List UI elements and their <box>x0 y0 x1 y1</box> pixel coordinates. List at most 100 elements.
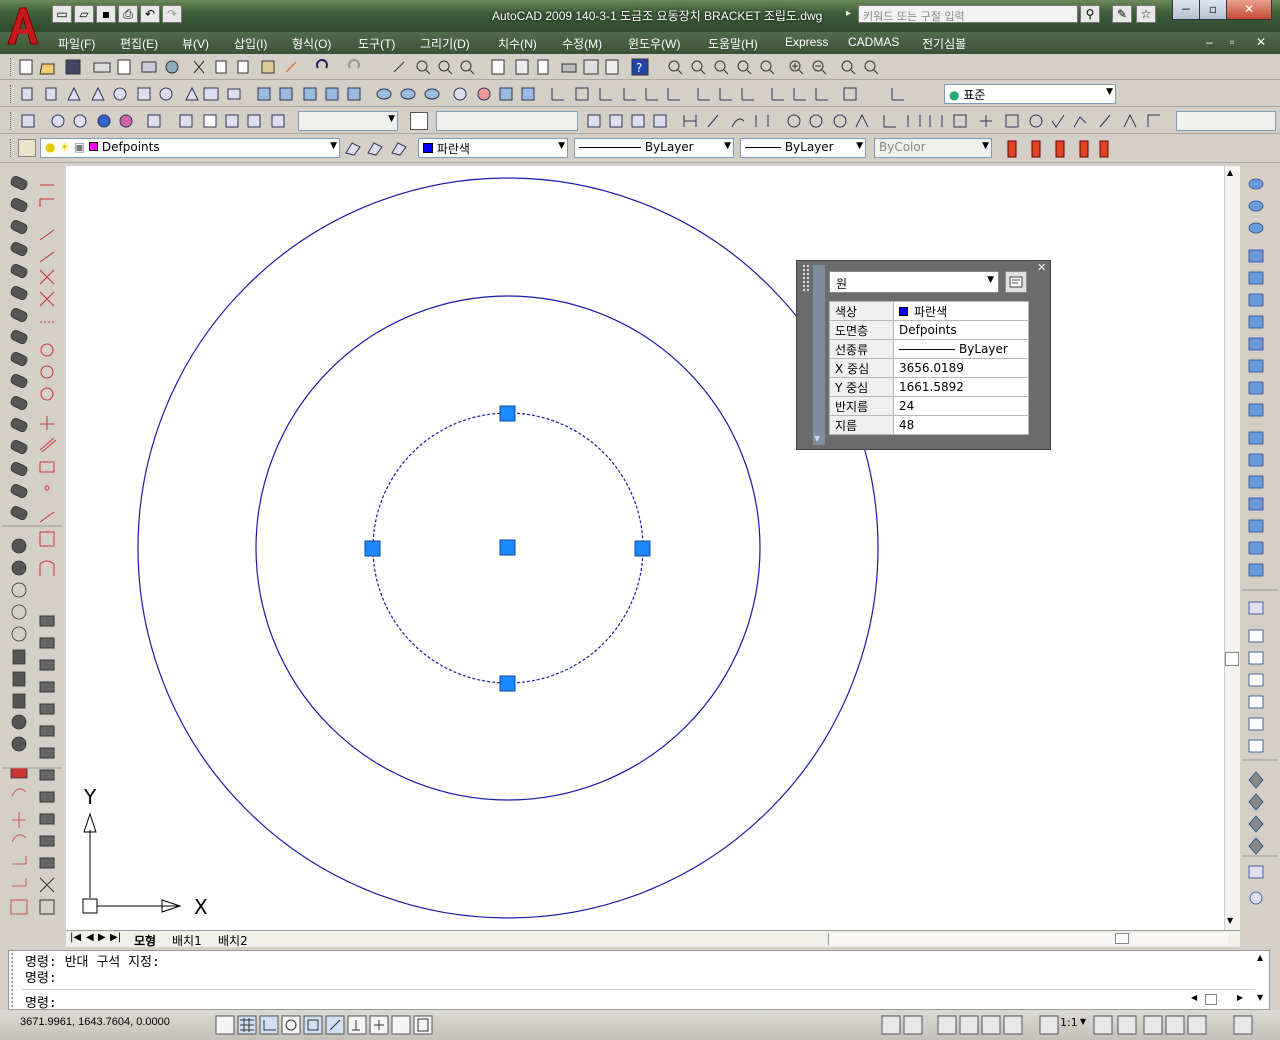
scroll-right-icon[interactable]: ▶ <box>1237 993 1243 1002</box>
menu-insert[interactable]: 삽입(I) <box>234 35 267 52</box>
standard-toolbar-icons[interactable]: ? <box>18 58 668 76</box>
view-3d-toolbar-icons[interactable] <box>18 85 538 103</box>
scroll-down-icon[interactable]: ▼ <box>1227 916 1233 925</box>
menu-tools[interactable]: 도구(T) <box>358 35 395 52</box>
property-value[interactable]: 3656.0189 <box>893 358 1029 378</box>
tab-layout2[interactable]: 배치2 <box>218 932 248 949</box>
property-value[interactable]: 파란색 <box>893 301 1029 321</box>
open-icon[interactable]: ▱ <box>74 5 94 23</box>
render-toolbar-icons[interactable] <box>18 112 298 130</box>
drafting-settings-icons[interactable] <box>214 1014 434 1036</box>
customize-properties-icon[interactable] <box>1005 271 1027 293</box>
property-row-center-x[interactable]: X 중심 3656.0189 <box>829 358 1029 378</box>
menu-format[interactable]: 형식(O) <box>292 35 331 52</box>
property-row-center-y[interactable]: Y 중심 1661.5892 <box>829 377 1029 397</box>
tab-nav-prev-icon[interactable]: ◀ <box>86 932 94 943</box>
quick-properties-panel[interactable]: ▼ ✕ 원 ▼ 색상 파란색 도면층 Defpoints 선종류 ByLayer… <box>796 260 1051 450</box>
horizontal-scrollbar[interactable] <box>828 933 1228 945</box>
tab-nav-last-icon[interactable]: ▶| <box>110 932 121 943</box>
autocad-logo-icon[interactable] <box>4 4 40 48</box>
command-grip[interactable] <box>11 953 21 1007</box>
linetype-select[interactable]: ByLayer ▼ <box>574 138 734 158</box>
panel-grip[interactable] <box>803 265 809 291</box>
text-style-select[interactable]: ● 표준 ▼ <box>944 84 1116 104</box>
toolbar-grip[interactable] <box>10 139 14 157</box>
save-icon[interactable]: ▪ <box>96 5 116 23</box>
print-icon[interactable]: ⎙ <box>118 5 138 23</box>
quadrant-grip-right[interactable] <box>634 540 651 557</box>
layer-previous-icon[interactable] <box>366 139 384 157</box>
command-input-field[interactable] <box>436 111 578 131</box>
close-button[interactable]: ✕ <box>1226 0 1272 20</box>
tab-model[interactable]: 모형 <box>134 932 156 949</box>
tab-nav-next-icon[interactable]: ▶ <box>98 932 106 943</box>
menu-edit[interactable]: 편집(E) <box>120 35 158 52</box>
dropdown-arrow-icon[interactable]: ▼ <box>1080 1017 1086 1026</box>
scroll-down-icon[interactable]: ▼ <box>1257 993 1263 1002</box>
toolbar-grip[interactable] <box>10 58 14 76</box>
property-value[interactable]: ByLayer <box>893 339 1029 359</box>
layer-select[interactable]: ● ☀ ▣ Defpoints ▼ <box>40 138 340 158</box>
menu-electric-symbol[interactable]: 전기심볼 <box>922 35 966 52</box>
property-row-color[interactable]: 색상 파란색 <box>829 301 1029 321</box>
dimension-toolbar-icons[interactable] <box>584 112 1184 130</box>
scroll-thumb[interactable] <box>1205 994 1217 1005</box>
menu-dimension[interactable]: 치수(N) <box>498 35 537 52</box>
scroll-thumb[interactable] <box>1225 652 1239 666</box>
quadrant-grip-left[interactable] <box>364 540 381 557</box>
restore-button[interactable]: ▫ <box>1199 0 1227 20</box>
communication-center-icon[interactable]: ✎ <box>1112 5 1132 23</box>
quadrant-grip-bottom[interactable] <box>499 675 516 692</box>
doc-close-button[interactable]: ✕ <box>1256 35 1266 49</box>
ucs-toolbar-icons[interactable] <box>548 85 908 103</box>
property-value[interactable]: 1661.5892 <box>893 377 1029 397</box>
command-scrollbar[interactable]: ◀ ▶ <box>1189 993 1249 1007</box>
property-value[interactable]: 48 <box>893 415 1029 435</box>
tab-nav-first-icon[interactable]: |◀ <box>70 932 81 943</box>
menu-help[interactable]: 도움말(H) <box>708 35 758 52</box>
new-icon[interactable]: ▭ <box>52 5 72 23</box>
layer-manager-icon[interactable] <box>18 139 36 157</box>
menu-modify[interactable]: 수정(M) <box>562 35 602 52</box>
doc-restore-button[interactable]: ▫ <box>1230 35 1234 49</box>
menu-cadmas[interactable]: CADMAS <box>848 35 899 49</box>
make-current-layer-icon[interactable] <box>344 139 362 157</box>
command-window[interactable]: 명령: 반대 구석 지정: 명령: 명령: ◀ ▶ ▲ ▼ <box>8 950 1270 1011</box>
panel-collapse-icon[interactable]: ▼ <box>814 434 820 443</box>
lineweight-select[interactable]: ByLayer ▼ <box>740 138 866 158</box>
layer-state-icon[interactable] <box>390 139 408 157</box>
right-tool-icons[interactable] <box>1240 166 1280 930</box>
menu-window[interactable]: 윈도우(W) <box>628 35 680 52</box>
favorites-icon[interactable]: ☆ <box>1136 5 1156 23</box>
menu-express[interactable]: Express <box>785 35 828 49</box>
tab-layout1[interactable]: 배치1 <box>172 932 202 949</box>
minimize-button[interactable]: − <box>1172 0 1200 20</box>
visual-style-select[interactable]: ▼ <box>298 111 398 131</box>
undo-icon[interactable]: ↶ <box>140 5 160 23</box>
scroll-up-icon[interactable]: ▲ <box>1257 953 1263 962</box>
scroll-left-icon[interactable]: ◀ <box>1191 993 1197 1002</box>
draw-modify-tool-icons[interactable] <box>0 166 64 930</box>
property-row-linetype[interactable]: 선종류 ByLayer <box>829 339 1029 359</box>
property-value[interactable]: Defpoints <box>893 320 1029 340</box>
scroll-thumb[interactable] <box>1115 933 1129 944</box>
redo-icon[interactable]: ↷ <box>162 5 182 23</box>
plotstyle-select[interactable]: ByColor ▼ <box>874 138 992 158</box>
center-grip[interactable] <box>499 539 516 556</box>
property-value[interactable]: 24 <box>893 396 1029 416</box>
coordinates-readout[interactable]: 3671.9961, 1643.7604, 0.0000 <box>20 1016 170 1028</box>
cadmas-toolbar-icons[interactable] <box>1004 139 1116 159</box>
color-select[interactable]: 파란색 ▼ <box>418 138 568 158</box>
edit-icon[interactable] <box>410 112 428 130</box>
menu-file[interactable]: 파일(F) <box>58 35 95 52</box>
quadrant-grip-top[interactable] <box>499 405 516 422</box>
search-input[interactable]: 키워드 또는 구절 입력 <box>858 5 1078 23</box>
zoom-toolbar-icons[interactable] <box>664 58 884 76</box>
property-row-radius[interactable]: 반지름 24 <box>829 396 1029 416</box>
object-type-select[interactable]: 원 ▼ <box>829 271 999 293</box>
expand-arrow-icon[interactable]: ▸ <box>846 8 851 19</box>
annotation-scale-value[interactable]: 1:1 <box>1060 1016 1078 1029</box>
scroll-up-icon[interactable]: ▲ <box>1227 168 1233 177</box>
menu-draw[interactable]: 그리기(D) <box>420 35 470 52</box>
doc-minimize-button[interactable]: – <box>1206 35 1213 49</box>
